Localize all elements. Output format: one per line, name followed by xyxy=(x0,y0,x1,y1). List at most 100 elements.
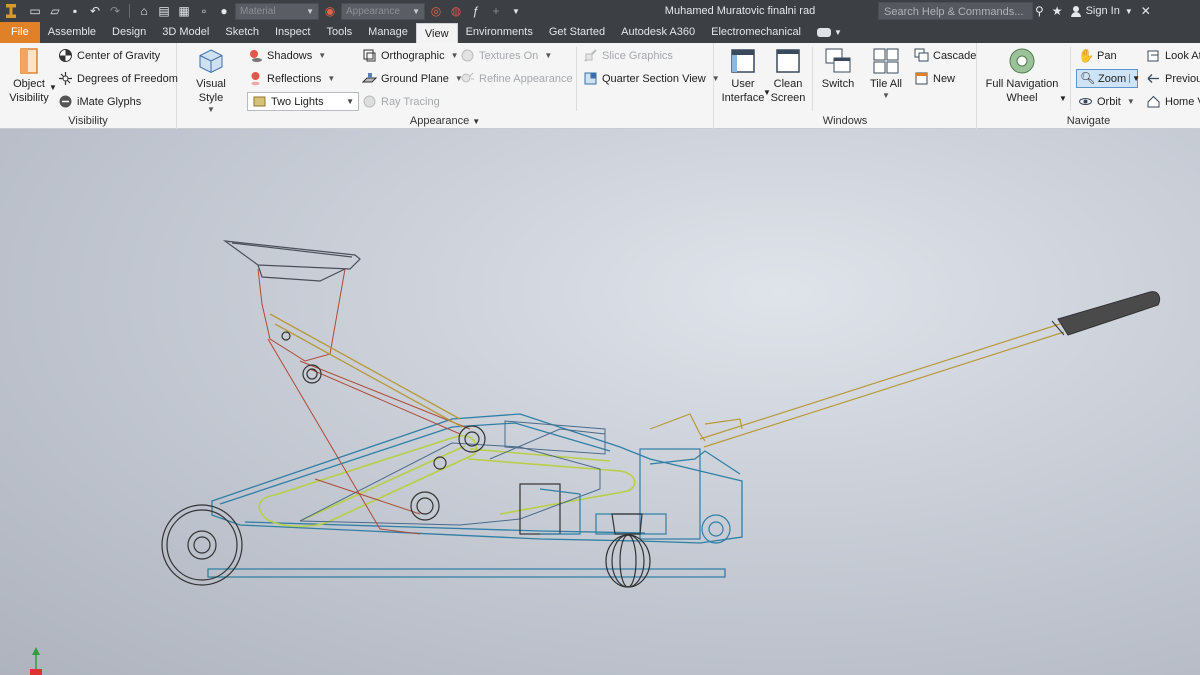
refine-appearance-icon xyxy=(461,72,474,83)
switch-label: Switch xyxy=(821,78,855,90)
tile-all-button[interactable]: Tile All ▼ xyxy=(864,47,908,100)
shadows-button[interactable]: Shadows ▼ xyxy=(248,48,326,63)
open-folder-icon[interactable]: ▱ xyxy=(46,2,64,20)
ground-plane-button[interactable]: Ground Plane ▼ xyxy=(362,71,463,86)
redo-icon[interactable]: ↷ xyxy=(106,2,124,20)
graphics-viewport[interactable] xyxy=(0,129,1200,675)
cascade-button[interactable]: Cascade xyxy=(914,48,976,63)
title-bar: ▭ ▱ ▪ ↶ ↷ ⌂ ▤ ▦ ▫ ● Material ▼ ◉ Appearan… xyxy=(0,0,1200,22)
windows-panel-title: Windows xyxy=(822,115,868,127)
previous-view-icon xyxy=(1147,74,1159,83)
lighting-style-select[interactable]: Two Lights ▼ xyxy=(247,92,359,111)
degrees-of-freedom-icon xyxy=(59,72,72,85)
undo-icon[interactable]: ↶ xyxy=(86,2,104,20)
tab-options-toggle[interactable]: ▼ xyxy=(809,22,850,43)
saddle-head xyxy=(222,240,361,282)
print-icon[interactable]: ▤ xyxy=(155,2,173,20)
tab-file[interactable]: File xyxy=(0,22,40,43)
degrees-of-freedom-button[interactable]: Degrees of Freedom xyxy=(58,71,178,86)
chevron-down-icon: ▼ xyxy=(1124,6,1133,16)
search-icon[interactable]: ⚲ xyxy=(1035,4,1044,18)
ray-tracing-button[interactable]: Ray Tracing xyxy=(362,94,440,109)
view-axis-indicator[interactable] xyxy=(30,647,42,675)
object-visibility-button[interactable]: Object Visibility xyxy=(6,47,52,105)
new-file-icon[interactable]: ▭ xyxy=(26,2,44,20)
pan-button[interactable]: ✋ Pan xyxy=(1078,48,1117,63)
slice-graphics-button[interactable]: Slice Graphics xyxy=(583,48,673,63)
zoom-button[interactable]: 🔍︎ Zoom ▼ xyxy=(1076,69,1140,88)
material-select[interactable]: Material ▼ xyxy=(235,2,319,20)
navigation-wheel-icon xyxy=(1009,48,1035,74)
panel-divider xyxy=(812,47,813,111)
tab-tools[interactable]: Tools xyxy=(318,22,360,43)
tile-all-icon xyxy=(873,48,899,74)
look-at-button[interactable]: Look At xyxy=(1146,48,1200,63)
visual-style-button[interactable]: Visual Style ▼ xyxy=(183,47,239,114)
textures-on-button[interactable]: Textures On ▼ xyxy=(460,48,552,63)
clean-screen-button[interactable]: Clean Screen xyxy=(770,47,806,105)
degrees-of-freedom-label: Degrees of Freedom xyxy=(77,72,178,85)
full-navigation-wheel-button[interactable]: Full Navigation Wheel xyxy=(983,47,1061,105)
orthographic-button[interactable]: Orthographic ▼ xyxy=(362,48,459,63)
reflections-button[interactable]: Reflections ▼ xyxy=(248,71,335,86)
pump-handle xyxy=(649,323,1065,448)
search-input[interactable]: Search Help & Commands... xyxy=(878,2,1033,20)
switch-window-button[interactable]: Switch xyxy=(818,47,858,91)
quarter-section-view-button[interactable]: Quarter Section View ▼ xyxy=(583,71,720,86)
tab-inspect[interactable]: Inspect xyxy=(267,22,318,43)
exchange-apps-icon[interactable]: ✕ xyxy=(1141,4,1151,18)
tab-3d-model[interactable]: 3D Model xyxy=(154,22,217,43)
chevron-down-icon: ▼ xyxy=(450,51,459,60)
clear-appearance-icon[interactable]: ◍ xyxy=(447,2,465,20)
update-icon[interactable]: ▦ xyxy=(175,2,193,20)
tab-view[interactable]: View xyxy=(415,23,458,43)
center-of-gravity-button[interactable]: Center of Gravity xyxy=(58,48,160,63)
save-icon[interactable]: ▪ xyxy=(66,2,84,20)
new-window-button[interactable]: New xyxy=(914,71,955,86)
measure-icon[interactable]: ▫ xyxy=(195,2,213,20)
appearance-select[interactable]: Appearance ▼ xyxy=(341,2,425,20)
app-logo-icon[interactable] xyxy=(0,0,22,22)
fx-parameters-icon[interactable]: ƒ xyxy=(467,2,485,20)
adjust-appearance-icon[interactable]: ◎ xyxy=(427,2,445,20)
appearance-select-value: Appearance xyxy=(346,5,400,17)
tab-design[interactable]: Design xyxy=(104,22,154,43)
ground-plane-icon xyxy=(362,73,377,83)
sign-in-button[interactable]: Sign In ▼ xyxy=(1070,5,1133,17)
tab-assemble[interactable]: Assemble xyxy=(40,22,104,43)
user-interface-button[interactable]: User Interface xyxy=(722,47,764,105)
tab-environments[interactable]: Environments xyxy=(458,22,541,43)
more-options-icon[interactable]: ▼ xyxy=(507,2,525,20)
orbit-button[interactable]: Orbit ▼ xyxy=(1078,94,1135,109)
tab-manage[interactable]: Manage xyxy=(360,22,416,43)
favorites-star-icon[interactable]: ★ xyxy=(1052,4,1063,18)
toolbar-divider xyxy=(129,4,130,18)
tab-electromechanical[interactable]: Electromechanical xyxy=(703,22,809,43)
full-nav-label-2: Wheel xyxy=(1006,92,1038,104)
home-icon[interactable]: ⌂ xyxy=(135,2,153,20)
navigate-panel: Full Navigation Wheel ▼ ✋ Pan 🔍︎ Zoom ▼ … xyxy=(977,43,1200,129)
sphere-icon[interactable]: ● xyxy=(215,2,233,20)
ray-tracing-icon xyxy=(363,95,376,108)
plus-icon[interactable]: + xyxy=(487,2,505,20)
tab-autodesk-a360[interactable]: Autodesk A360 xyxy=(613,22,703,43)
tab-sketch[interactable]: Sketch xyxy=(217,22,267,43)
chevron-down-icon: ▼ xyxy=(544,51,553,60)
previous-view-button[interactable]: Previous xyxy=(1146,71,1200,86)
floor-jack-wireframe-model[interactable] xyxy=(0,129,1200,675)
panel-divider xyxy=(576,47,577,111)
object-visibility-icon xyxy=(20,48,38,74)
home-view-button[interactable]: Home V xyxy=(1146,94,1200,109)
chevron-down-icon[interactable]: ▼ xyxy=(1129,74,1140,83)
imate-glyphs-button[interactable]: iMate Glyphs xyxy=(58,94,141,109)
color-wheel-icon[interactable]: ◉ xyxy=(321,2,339,20)
slice-graphics-label: Slice Graphics xyxy=(602,49,673,62)
tab-get-started[interactable]: Get Started xyxy=(541,22,613,43)
home-view-icon xyxy=(1147,95,1160,108)
orbit-icon xyxy=(1079,98,1092,105)
refine-appearance-button[interactable]: Refine Appearance xyxy=(460,71,573,86)
chevron-down-icon: ▼ xyxy=(306,6,314,16)
appearance-panel-title[interactable]: Appearance ▼ xyxy=(177,114,713,128)
navigate-panel-title: Navigate xyxy=(1066,115,1111,127)
appearance-panel: Visual Style ▼ Shadows ▼ Reflections ▼ Two… xyxy=(177,43,720,129)
